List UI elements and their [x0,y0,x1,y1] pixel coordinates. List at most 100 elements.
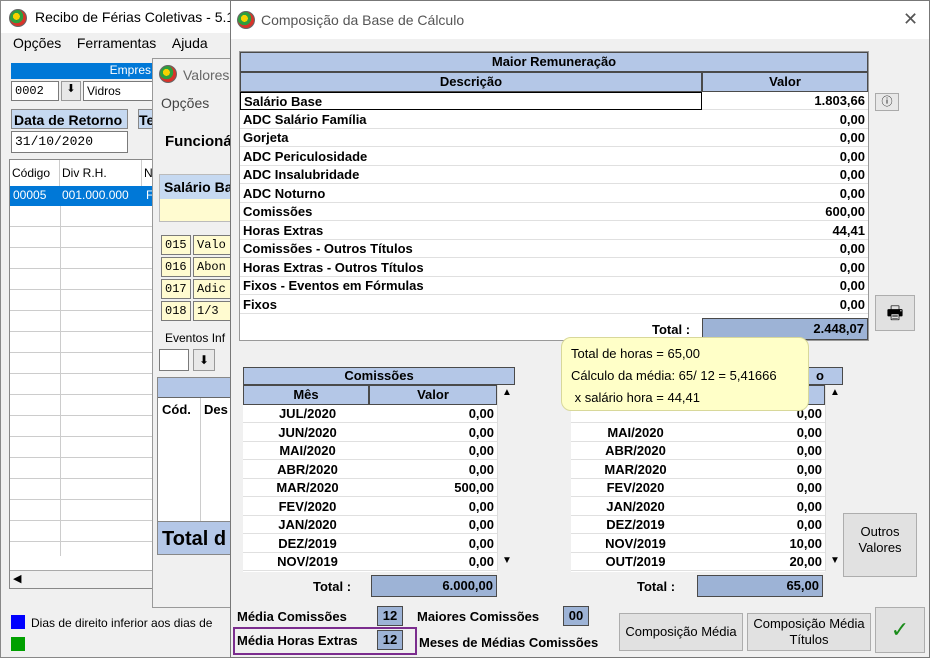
legend-blue-swatch [11,615,25,629]
table-row[interactable]: ABR/2020 0,00 [243,460,497,479]
grid-header-codigo[interactable]: Código [10,160,60,186]
legend-green-swatch [11,637,25,651]
table-row[interactable]: Fixos 0,00 [240,295,868,314]
mes-cell: MAI/2020 [571,423,697,442]
descricao-cell: ADC Insalubridade [240,166,702,184]
table-row[interactable]: Salário Base 1.803,66 [240,92,868,110]
valor-cell: 0,00 [702,129,868,147]
empresa-label: Empres [11,63,155,79]
valor-cell: 0,00 [697,497,825,516]
valor-cell: 0,00 [369,516,497,534]
table-row[interactable]: ADC Periculosidade 0,00 [240,147,868,166]
composicao-media-titulos-button[interactable]: Composição Média Títulos [747,613,871,651]
comissoes-col-valor: Valor [369,385,497,405]
comissoes-title: Comissões [243,367,515,385]
table-row[interactable]: ADC Noturno 0,00 [240,184,868,203]
table-row[interactable]: OUT/2019 20,00 [571,553,825,571]
descricao-cell: Gorjeta [240,129,702,147]
table-row[interactable]: Comissões 600,00 [240,203,868,221]
menu-ferramentas[interactable]: Ferramentas [77,35,156,51]
table-row[interactable]: Fixos - Eventos em Fórmulas 0,00 [240,277,868,295]
empresa-lookup-button[interactable]: ⬇ [61,81,81,101]
table-row[interactable]: JUL/2020 0,00 [243,405,497,423]
table-row[interactable]: FEV/2020 0,00 [243,497,497,516]
close-icon[interactable]: ✕ [903,9,918,30]
table-row[interactable]: JUN/2020 0,00 [243,423,497,442]
valor-cell: 0,00 [697,479,825,497]
scroll-up-icon[interactable]: ▲ [502,387,512,398]
table-row[interactable]: JAN/2020 0,00 [243,516,497,534]
descricao-cell: Comissões [240,203,702,221]
table-row[interactable]: ABR/2020 0,00 [571,442,825,460]
descricao-cell: Fixos - Eventos em Fórmulas [240,277,702,295]
outros-valores-button[interactable]: Outros Valores [843,513,917,577]
table-row[interactable]: Gorjeta 0,00 [240,129,868,147]
grid-hscrollbar[interactable]: ◀ [10,570,156,588]
valor-cell: 600,00 [702,203,868,221]
valor-cell: 0,00 [369,460,497,479]
table-row[interactable]: DEZ/2019 0,00 [243,534,497,553]
table-row[interactable]: MAR/2020 500,00 [243,479,497,497]
mes-cell: MAI/2020 [243,442,369,460]
comissoes-total-value: 6.000,00 [371,575,497,597]
valor-cell: 0,00 [697,460,825,479]
empresa-name-field[interactable]: Vidros [83,81,155,101]
horas-extras-total-label: Total : [637,579,676,594]
scroll-down-icon[interactable]: ▼ [502,555,512,566]
data-retorno-field[interactable]: 31/10/2020 [11,131,128,153]
arrow-down-icon: ⬇ [66,83,76,95]
table-row[interactable]: DEZ/2019 0,00 [571,516,825,534]
main-window-title: Recibo de Férias Coletivas - 5.1 [35,9,235,25]
eventos-input[interactable] [159,349,189,371]
table-row[interactable]: NOV/2019 0,00 [243,553,497,571]
comissoes-scrollbar[interactable]: ▲ ▼ [497,385,515,571]
print-button[interactable]: 🖶 [875,295,915,331]
mes-cell: OUT/2019 [571,553,697,571]
ok-button[interactable]: ✓ [875,607,925,653]
empresa-code-field[interactable]: 0002 [11,81,59,101]
valor-cell: 0,00 [697,423,825,442]
valor-cell: 0,00 [369,534,497,553]
descricao-cell: ADC Periculosidade [240,147,702,166]
valores-window: Valores Opções Funcionár Salário Ba 015 … [152,58,244,608]
table-row[interactable]: MAI/2020 0,00 [243,442,497,460]
composicao-media-button[interactable]: Composição Média [619,613,743,651]
eventos-lookup-button[interactable]: ⬇ [193,349,215,371]
table-row[interactable]: ADC Salário Família 0,00 [240,110,868,129]
menu-ajuda[interactable]: Ajuda [172,35,208,51]
col-descricao-header: Descrição [240,72,702,92]
table-row[interactable]: JAN/2020 0,00 [571,497,825,516]
grid-cell-codigo: 00005 [13,188,47,202]
table-row[interactable]: FEV/2020 0,00 [571,479,825,497]
scroll-down-icon[interactable]: ▼ [830,555,840,566]
valores-row-code: 015 [161,235,191,255]
valor-cell: 0,00 [369,497,497,516]
mes-cell: FEV/2020 [243,497,369,516]
valor-cell: 0,00 [702,110,868,129]
grid-header-div-rh[interactable]: Div R.H. [60,160,142,186]
horas-extras-scrollbar[interactable]: ▲ ▼ [825,385,843,571]
table-row[interactable]: MAI/2020 0,00 [571,423,825,442]
table-row[interactable]: 00005 001.000.000 F [10,186,156,206]
info-button[interactable]: ⓘ [875,93,899,111]
mes-cell: ABR/2020 [571,442,697,460]
valor-cell: 0,00 [369,442,497,460]
media-comissoes-value: 12 [377,606,403,626]
table-row[interactable]: NOV/2019 10,00 [571,534,825,553]
media-horas-value: 12 [377,630,403,650]
valor-cell: 0,00 [702,166,868,184]
table-row[interactable]: MAR/2020 0,00 [571,460,825,479]
col-valor-header: Valor [702,72,868,92]
valor-cell: 0,00 [369,553,497,571]
scroll-up-icon[interactable]: ▲ [830,387,840,398]
table-row[interactable]: ADC Insalubridade 0,00 [240,166,868,184]
valores-menu-opcoes[interactable]: Opções [161,95,209,111]
mes-cell: MAR/2020 [243,479,369,497]
table-row[interactable]: Horas Extras - Outros Títulos 0,00 [240,258,868,277]
comissoes-total-label: Total : [313,579,352,594]
table-row[interactable]: Horas Extras 44,41 [240,221,868,240]
descricao-cell: ADC Salário Família [240,110,702,129]
table-row[interactable]: Comissões - Outros Títulos 0,00 [240,240,868,258]
menu-opcoes[interactable]: Opções [13,35,61,51]
dialog-title-bar: Composição da Base de Cálculo ✕ [231,1,929,39]
